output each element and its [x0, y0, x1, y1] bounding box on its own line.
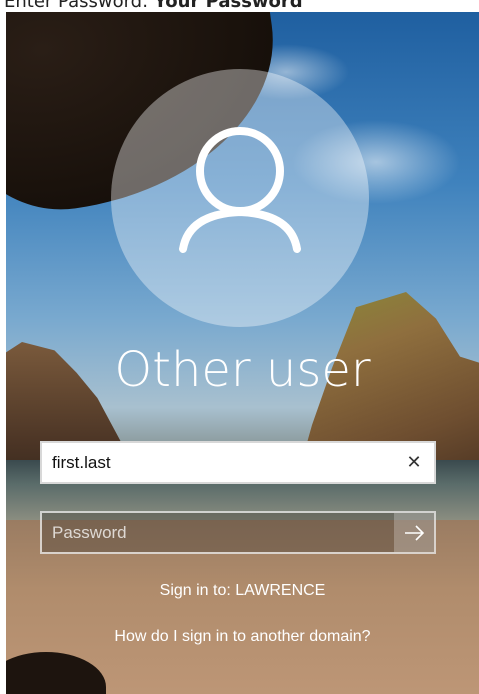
other-domain-link[interactable]: How do I sign in to another domain?: [6, 628, 479, 646]
submit-button[interactable]: [394, 513, 434, 552]
arrow-right-icon: [405, 524, 425, 541]
username-display: Other user: [114, 342, 371, 398]
username-input[interactable]: [42, 451, 394, 474]
lock-screen: Other user ✕ Sign in to: LAWRENCE How do…: [6, 12, 479, 694]
caption-prefix: Enter Password:: [4, 0, 149, 12]
password-field[interactable]: [40, 511, 436, 554]
user-icon: [179, 127, 301, 253]
clear-username-button[interactable]: ✕: [394, 443, 434, 482]
user-avatar: [111, 69, 369, 327]
sign-in-to-label: Sign in to: LAWRENCE: [159, 582, 326, 599]
close-icon: ✕: [406, 452, 422, 473]
username-field[interactable]: ✕: [40, 441, 436, 484]
password-input[interactable]: [42, 521, 394, 544]
instruction-caption: Enter Password: Your Password: [4, 0, 479, 12]
caption-value: Your Password: [153, 0, 303, 12]
